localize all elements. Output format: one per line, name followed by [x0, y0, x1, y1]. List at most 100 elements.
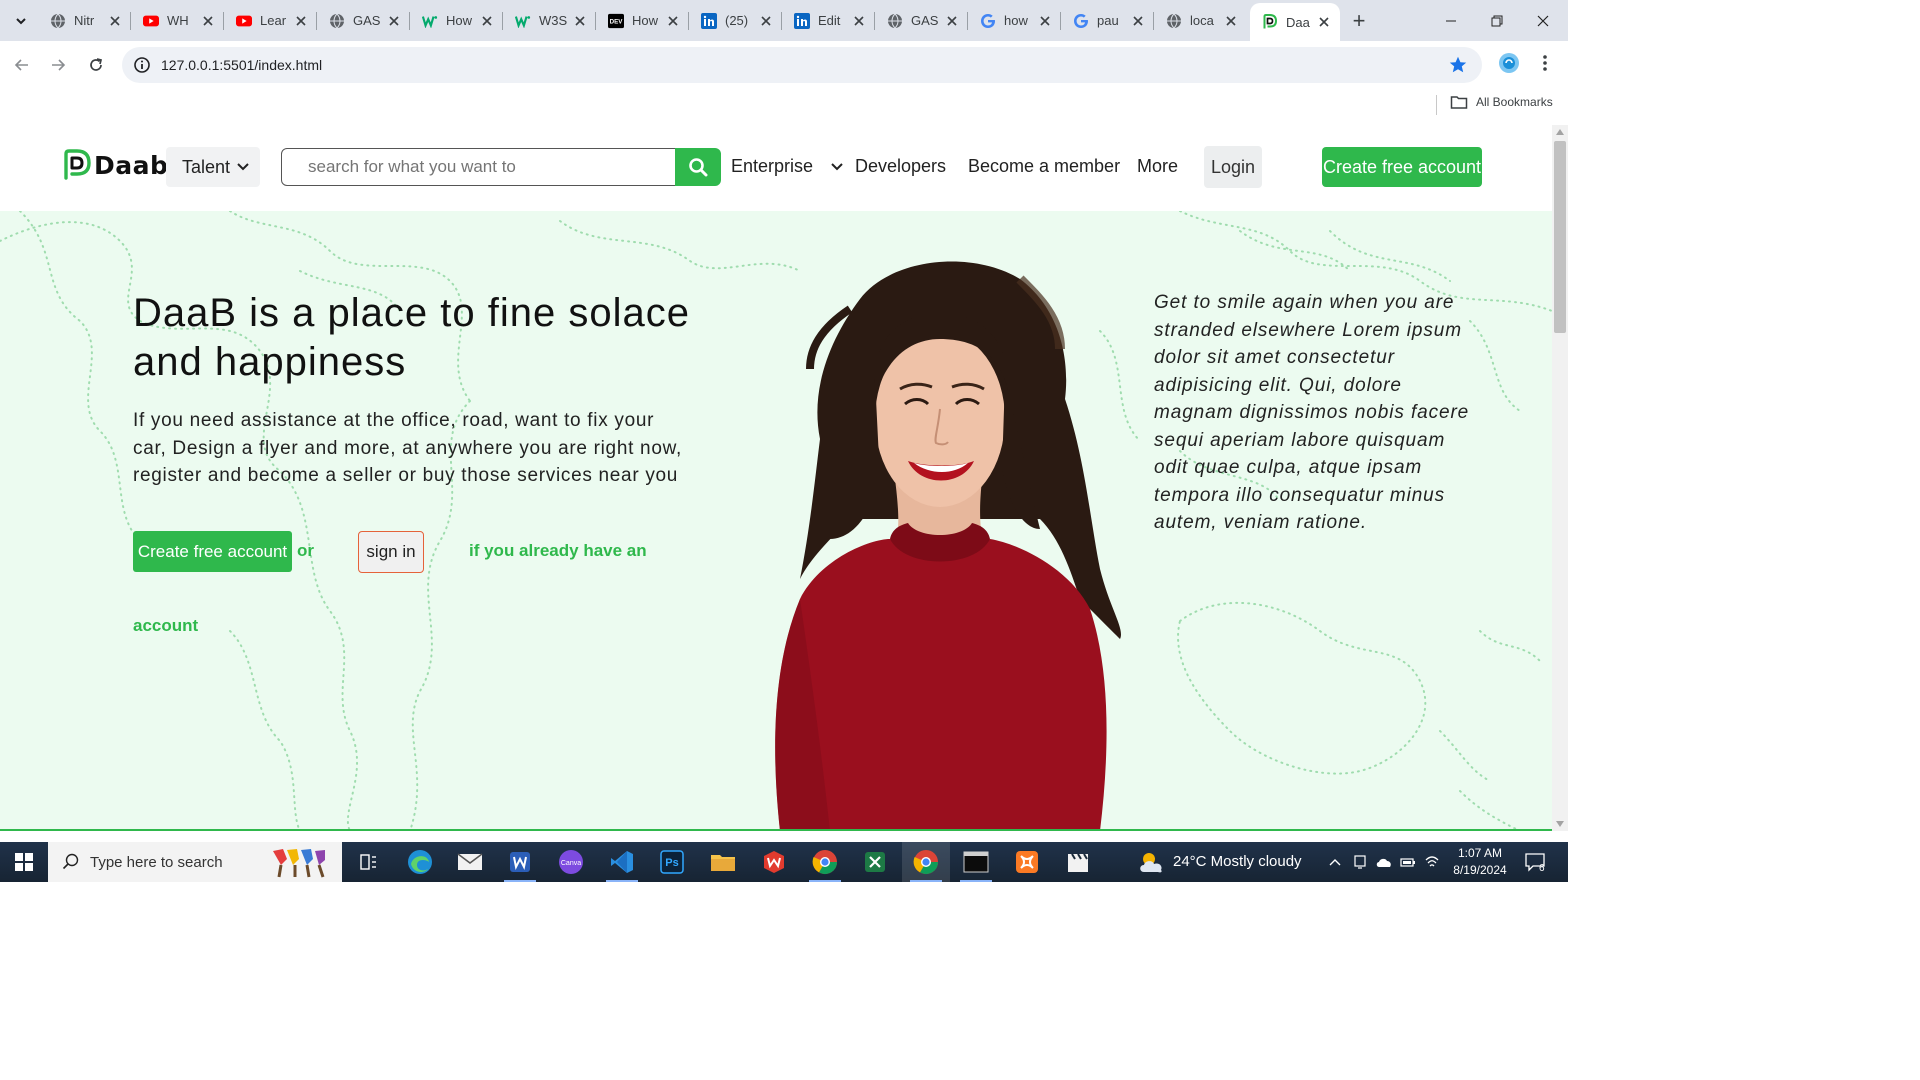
globe-icon: [50, 13, 66, 29]
file-explorer-icon: [711, 855, 735, 871]
start-button[interactable]: [0, 842, 48, 882]
all-bookmarks-button[interactable]: All Bookmarks: [1450, 94, 1553, 110]
create-account-nav-button[interactable]: Create free account: [1322, 147, 1482, 187]
close-tab-icon[interactable]: [665, 13, 681, 29]
forward-button[interactable]: [42, 49, 74, 81]
browser-tab[interactable]: pau: [1061, 0, 1154, 41]
clapper-app[interactable]: [1054, 842, 1102, 882]
section-divider: [0, 829, 1552, 831]
canva-app[interactable]: Canva: [547, 842, 595, 882]
weather-text[interactable]: 24°C Mostly cloudy: [1173, 853, 1302, 870]
edge-app[interactable]: [396, 842, 444, 882]
word-app[interactable]: [496, 842, 544, 882]
search-input[interactable]: [281, 148, 677, 186]
system-clock[interactable]: 1:07 AM 8/19/2024: [1448, 845, 1512, 879]
profile-avatar-icon[interactable]: [1498, 52, 1520, 74]
nav-more[interactable]: More: [1137, 156, 1178, 177]
close-tab-icon[interactable]: [1316, 14, 1332, 30]
back-button[interactable]: [6, 49, 38, 81]
search-button[interactable]: [675, 148, 721, 186]
wifi-icon[interactable]: [1424, 854, 1440, 870]
close-tab-icon[interactable]: [1130, 13, 1146, 29]
nav-enterprise[interactable]: Enterprise: [731, 156, 844, 177]
linkedin-icon: [794, 12, 810, 29]
browser-tab[interactable]: WH: [131, 0, 224, 41]
nav-become-member[interactable]: Become a member: [968, 156, 1120, 177]
reload-button[interactable]: [80, 49, 112, 81]
minimize-icon: [1446, 20, 1456, 21]
create-account-hero-button[interactable]: Create free account: [133, 531, 292, 572]
tab-label: Lear: [260, 13, 287, 28]
bookmark-star-icon[interactable]: [1448, 55, 1468, 75]
chrome-app-active[interactable]: [902, 842, 950, 882]
clapper-icon: [1068, 853, 1088, 872]
close-tab-icon[interactable]: [851, 13, 867, 29]
browser-menu-icon[interactable]: [1534, 52, 1556, 74]
url-text[interactable]: 127.0.0.1:5501/index.html: [161, 57, 322, 73]
browser-tab[interactable]: Lear: [224, 0, 317, 41]
file-explorer-app[interactable]: [699, 842, 747, 882]
close-tab-icon[interactable]: [200, 13, 216, 29]
browser-tab[interactable]: Daa: [1250, 3, 1340, 41]
scroll-up-icon[interactable]: [1556, 129, 1564, 135]
scrollbar-thumb[interactable]: [1554, 141, 1566, 333]
w3-icon: [422, 13, 438, 29]
browser-tab[interactable]: loca: [1154, 0, 1247, 41]
taskbar-search[interactable]: Type here to search: [48, 842, 342, 882]
terminal-app[interactable]: [952, 842, 1000, 882]
address-bar[interactable]: 127.0.0.1:5501/index.html: [122, 47, 1482, 83]
tab-label: (25): [725, 13, 749, 28]
talent-label: Talent: [182, 156, 231, 177]
browser-tab[interactable]: GAS: [317, 0, 410, 41]
tab-label: Nitr: [74, 13, 95, 28]
sign-in-button[interactable]: sign in: [358, 531, 424, 573]
close-tab-icon[interactable]: [944, 13, 960, 29]
wps-app[interactable]: [750, 842, 798, 882]
nav-developers[interactable]: Developers: [855, 156, 946, 177]
browser-tab[interactable]: Edit: [782, 0, 875, 41]
browser-tab[interactable]: W3S: [503, 0, 596, 41]
battery-icon[interactable]: [1400, 854, 1416, 870]
weather-cloudy-icon: [1140, 853, 1162, 873]
browser-tab[interactable]: GAS: [875, 0, 968, 41]
onedrive-cloud-icon[interactable]: [1376, 854, 1392, 870]
close-tab-icon[interactable]: [1223, 13, 1239, 29]
close-tab-icon[interactable]: [572, 13, 588, 29]
close-tab-icon[interactable]: [293, 13, 309, 29]
photoshop-app[interactable]: Ps: [648, 842, 696, 882]
tray-chevron-up-icon[interactable]: [1327, 854, 1343, 870]
talent-dropdown[interactable]: Talent: [166, 147, 260, 187]
chrome-profile-app[interactable]: [801, 842, 849, 882]
close-tab-icon[interactable]: [1037, 13, 1053, 29]
device-icon[interactable]: [1352, 854, 1368, 870]
browser-tab[interactable]: How: [410, 0, 503, 41]
tab-label: W3S: [539, 13, 568, 28]
browser-tab[interactable]: how: [968, 0, 1061, 41]
close-tab-icon[interactable]: [758, 13, 774, 29]
minimize-button[interactable]: [1428, 0, 1474, 41]
paint-brushes-icon: [272, 849, 325, 878]
notifications-icon[interactable]: 6: [1524, 851, 1546, 873]
close-window-button[interactable]: [1520, 0, 1566, 41]
tab-search-button[interactable]: [8, 8, 34, 34]
restore-button[interactable]: [1474, 0, 1520, 41]
new-tab-button[interactable]: +: [1346, 8, 1372, 34]
browser-tab[interactable]: (25): [689, 0, 782, 41]
mail-app[interactable]: [446, 842, 494, 882]
page-scrollbar[interactable]: [1552, 125, 1568, 831]
xampp-app[interactable]: [1003, 842, 1051, 882]
close-tab-icon[interactable]: [386, 13, 402, 29]
login-button[interactable]: Login: [1204, 146, 1262, 188]
search-icon: [62, 853, 79, 870]
brand-name: Daab: [94, 150, 169, 180]
browser-tab[interactable]: DEV How: [596, 0, 689, 41]
scroll-down-icon[interactable]: [1556, 821, 1564, 827]
vscode-app[interactable]: [598, 842, 646, 882]
close-tab-icon[interactable]: [479, 13, 495, 29]
site-logo[interactable]: Daab: [62, 149, 168, 181]
browser-tab[interactable]: Nitr: [38, 0, 131, 41]
close-tab-icon[interactable]: [107, 13, 123, 29]
excel-app[interactable]: [851, 842, 899, 882]
task-view-button[interactable]: [344, 842, 392, 882]
site-info-icon[interactable]: [132, 55, 152, 75]
